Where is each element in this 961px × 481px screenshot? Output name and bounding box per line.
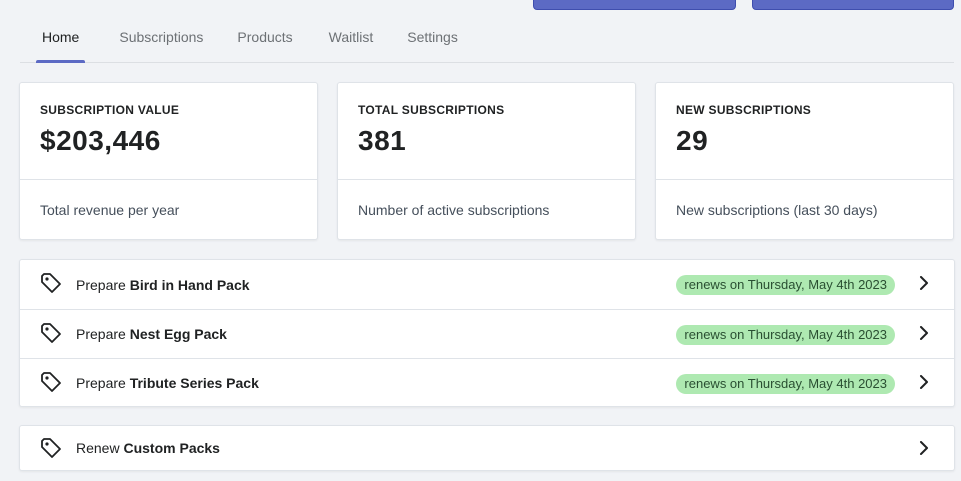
tag-icon (41, 438, 61, 458)
tab-home[interactable]: Home (20, 22, 86, 63)
renewal-badge: renews on Thursday, May 4th 2023 (676, 325, 895, 345)
custom-packs-label: Renew Custom Packs (76, 440, 220, 456)
custom-packs-card: Renew Custom Packs (19, 425, 955, 471)
tab-subscriptions[interactable]: Subscriptions (87, 22, 219, 62)
task-list: Prepare Bird in Hand Pack renews on Thur… (19, 259, 955, 407)
stat-label: TOTAL SUBSCRIPTIONS (358, 103, 505, 117)
tab-bar: Home Subscriptions Products Waitlist Set… (20, 22, 954, 63)
stat-card-total-subscriptions: TOTAL SUBSCRIPTIONS 381 Number of active… (337, 82, 636, 240)
chevron-right-icon[interactable] (918, 326, 930, 340)
stat-card-new-subscriptions: NEW SUBSCRIPTIONS 29 New subscriptions (… (655, 82, 954, 240)
primary-action-button-1[interactable] (533, 0, 736, 10)
task-label: Prepare Bird in Hand Pack (76, 276, 250, 293)
tag-icon (41, 372, 61, 392)
tab-products[interactable]: Products (221, 22, 308, 62)
task-row-bird-in-hand[interactable]: Prepare Bird in Hand Pack renews on Thur… (20, 260, 954, 309)
tab-settings[interactable]: Settings (391, 22, 474, 62)
tag-icon (41, 273, 61, 293)
task-row-nest-egg[interactable]: Prepare Nest Egg Pack renews on Thursday… (20, 309, 954, 358)
stat-description: Total revenue per year (40, 202, 180, 218)
task-label: Prepare Tribute Series Pack (76, 375, 259, 391)
stat-label: NEW SUBSCRIPTIONS (676, 103, 812, 117)
renewal-badge: renews on Thursday, May 4th 2023 (676, 275, 895, 295)
stat-value: 381 (358, 125, 407, 156)
stat-description: New subscriptions (last 30 days) (676, 202, 878, 218)
tag-icon (41, 323, 61, 343)
renewal-badge: renews on Thursday, May 4th 2023 (676, 374, 895, 394)
task-row-tribute-series[interactable]: Prepare Tribute Series Pack renews on Th… (20, 358, 954, 407)
stat-description: Number of active subscriptions (358, 202, 550, 218)
stat-value: 29 (676, 125, 709, 156)
chevron-right-icon[interactable] (918, 375, 930, 389)
stat-value: $203,446 (40, 125, 161, 156)
stat-card-subscription-value: SUBSCRIPTION VALUE $203,446 Total revenu… (19, 82, 318, 240)
task-label: Prepare Nest Egg Pack (76, 326, 227, 342)
stat-label: SUBSCRIPTION VALUE (40, 103, 180, 117)
chevron-right-icon[interactable] (918, 276, 930, 290)
custom-packs-row[interactable]: Renew Custom Packs (20, 426, 954, 470)
primary-action-button-2[interactable] (752, 0, 954, 10)
chevron-right-icon[interactable] (918, 441, 930, 455)
tab-waitlist[interactable]: Waitlist (311, 22, 390, 62)
